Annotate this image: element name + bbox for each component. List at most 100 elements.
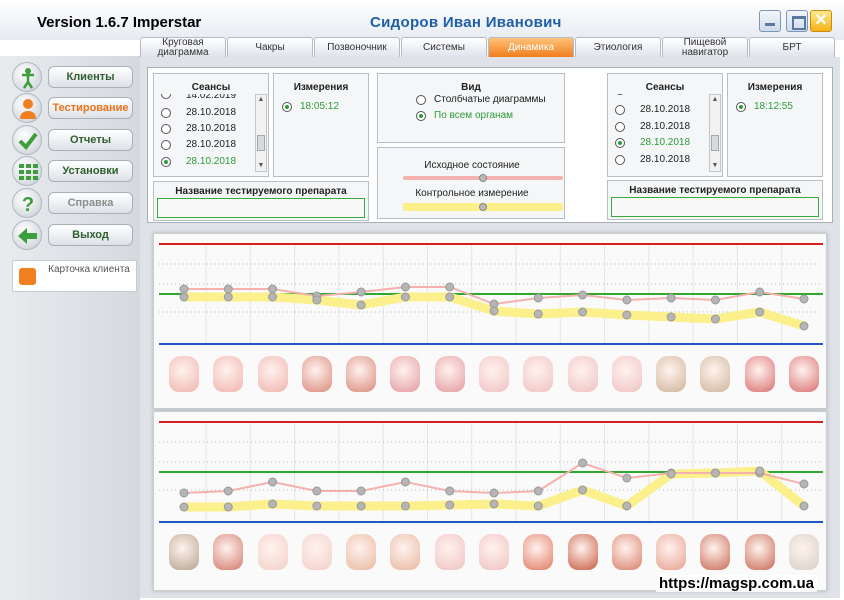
organ-chart-head [153,233,827,409]
initial-point [179,488,189,498]
testing-button[interactable]: Тестирование [48,97,133,119]
control-point [622,501,632,511]
lung-icon[interactable] [567,356,598,392]
spine-icon[interactable] [169,534,199,570]
bronchi-icon[interactable] [390,534,421,570]
right-session-3[interactable]: 28.10.2018 [615,153,715,167]
maximize-button[interactable] [786,10,808,32]
throat-icon[interactable] [213,534,244,570]
initial-point [799,479,809,489]
title-bar: Version 1.6.7 Imperstar Сидоров Иван Ива… [0,0,844,40]
left-session-3[interactable]: 28.10.2018 [161,138,261,152]
right-session-2[interactable]: 28.10.2018 [615,136,715,150]
lung-icon[interactable] [523,356,554,392]
initial-point [755,287,765,297]
right-session-1[interactable]: 28.10.2018 [615,120,715,134]
nav-clients: Клиенты [12,62,137,92]
eye-icon[interactable] [301,356,332,392]
scroll-down-icon[interactable]: ▼ [256,161,266,171]
tab-bar: Круговая диаграмма Чакры Позвоночник Сис… [140,37,840,57]
view-option-bar-charts[interactable]: Столбчатые диаграммы [416,93,561,107]
stomach-icon[interactable] [523,534,554,570]
client-card-button[interactable]: Карточка клиента [12,260,137,292]
tab-spine[interactable]: Позвоночник [314,37,400,57]
exit-button[interactable]: Выход [48,224,133,246]
nerve-icon[interactable] [656,356,687,392]
lung-icon[interactable] [479,356,509,392]
control-point [578,485,588,495]
tab-brt[interactable]: БРТ [749,37,835,57]
clients-button[interactable]: Клиенты [48,66,133,88]
kidney-icon[interactable] [700,534,731,570]
reports-button[interactable]: Отчеты [48,129,133,151]
app-version: Version 1.6.7 Imperstar [37,14,202,31]
left-sessions-scrollbar[interactable]: ▲ ▼ [255,94,267,172]
tab-chakras[interactable]: Чакры [227,37,313,57]
scroll-thumb[interactable] [711,135,719,151]
thyroid-icon[interactable] [257,534,288,570]
tab-etiology[interactable]: Этиология [575,37,661,57]
brain-icon[interactable] [213,356,244,392]
left-session-2[interactable]: 28.10.2018 [161,122,261,136]
tab-food-navigator[interactable]: Пищевой навигатор [662,37,748,57]
close-button[interactable]: ✕ [810,10,832,32]
tab-circular-diagram[interactable]: Круговая диаграмма [140,37,226,57]
right-drug-input[interactable] [611,197,819,217]
control-point [356,501,366,511]
radio-selected [615,138,625,148]
right-session-0[interactable]: 28.10.2018 [615,103,715,117]
left-session-0[interactable]: 14.02.2019 [161,94,261,102]
initial-point [268,284,278,294]
scroll-down-icon[interactable]: ▼ [710,161,720,171]
brain-icon[interactable] [169,356,199,392]
brain-icon[interactable] [257,356,288,392]
lung-icon[interactable] [434,534,465,570]
bronchi-icon[interactable] [346,534,377,570]
control-point [755,466,765,476]
vessel-icon[interactable] [744,356,775,392]
initial-point [312,486,322,496]
right-session-top-partial [615,94,715,100]
knee-icon[interactable] [789,534,819,570]
settings-button[interactable]: Установки [48,160,133,182]
view-option-all-organs[interactable]: По всем органам [416,109,561,123]
right-sessions-scrollbar[interactable]: ▲ ▼ [709,94,721,172]
left-session-1[interactable]: 28.10.2018 [161,106,261,120]
mouth-icon[interactable] [390,356,421,392]
view-group: Вид Столбчатые диаграммы По всем органам [377,73,565,143]
kidney-icon[interactable] [744,534,775,570]
radio [615,155,625,165]
right-measurement-0[interactable]: 18:12:55 [736,100,816,114]
question-icon: ? [12,188,42,218]
tab-dynamics[interactable]: Динамика [488,37,574,57]
help-button[interactable]: Справка [48,192,133,214]
intestine-icon[interactable] [611,534,642,570]
lung-icon[interactable] [479,534,509,570]
lung-icon[interactable] [611,356,642,392]
scroll-up-icon[interactable]: ▲ [710,95,720,105]
thyroid-icon[interactable] [301,534,332,570]
initial-point [445,282,455,292]
radio [615,122,625,132]
bladder-icon[interactable] [656,534,687,570]
vessel-icon[interactable] [789,356,819,392]
mouth-icon[interactable] [434,356,465,392]
left-measurement-0[interactable]: 18:05:12 [282,100,362,114]
minimize-button[interactable] [759,10,781,32]
patient-name: Сидоров Иван Иванович [370,14,562,31]
user-icon [12,93,42,123]
left-session-4[interactable]: 28.10.2018 [161,155,261,169]
left-drug-label: Название тестируемого препарата [175,186,347,197]
tab-systems[interactable]: Системы [401,37,487,57]
scroll-up-icon[interactable]: ▲ [256,95,266,105]
initial-point [356,486,366,496]
left-drug-input[interactable] [157,198,365,218]
right-drug-group: Название тестируемого препарата [607,180,823,220]
exit-arrow-icon [12,220,42,250]
nerve-icon[interactable] [700,356,731,392]
control-point [312,295,322,305]
scroll-thumb[interactable] [257,135,265,151]
radio-selected [282,102,292,112]
liver-icon[interactable] [567,534,598,570]
eye-icon[interactable] [346,356,377,392]
